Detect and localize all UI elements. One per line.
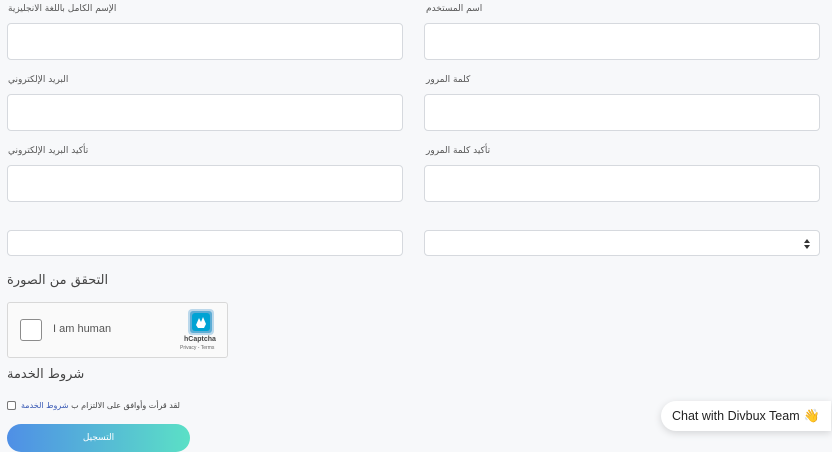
terms-checkbox[interactable] [7, 400, 16, 410]
extra-input[interactable] [8, 231, 402, 255]
terms-text: لقد قرأت وأوافق على الالتزام ب شروط الخد… [21, 401, 180, 410]
captcha-heading: التحقق من الصورة [7, 273, 109, 288]
password-input[interactable] [425, 95, 819, 130]
register-button[interactable]: التسجيل [7, 424, 190, 452]
username-field[interactable] [424, 23, 820, 60]
captcha-links[interactable]: Privacy - Terms [180, 345, 214, 351]
username-input[interactable] [425, 24, 819, 59]
confirm-email-input[interactable] [8, 166, 402, 201]
terms-row: لقد قرأت وأوافق على الالتزام ب شروط الخد… [7, 399, 180, 411]
register-button-label: التسجيل [82, 433, 115, 443]
confirm-password-input[interactable] [425, 166, 819, 201]
chat-widget[interactable]: Chat with Divbux Team 👋 [661, 401, 831, 431]
fullname-en-input[interactable] [8, 24, 402, 59]
email-label: البريد الإلكتروني [8, 75, 69, 85]
captcha-checkbox-label: I am human [53, 323, 112, 335]
select-arrows-icon [804, 239, 810, 249]
chat-label: Chat with Divbux Team [672, 409, 800, 423]
confirm-password-label: تأكيد كلمة المرور [426, 146, 491, 156]
captcha-checkbox[interactable] [20, 319, 42, 341]
hcaptcha-widget: I am human hCaptcha Privacy - Terms [7, 302, 228, 358]
confirm-password-field[interactable] [424, 165, 820, 202]
hcaptcha-logo-icon [188, 309, 214, 335]
confirm-email-label: تأكيد البريد الإلكتروني [8, 146, 89, 156]
email-field[interactable] [7, 94, 403, 131]
email-input[interactable] [8, 95, 402, 130]
fullname-en-field[interactable] [7, 23, 403, 60]
password-label: كلمة المرور [426, 75, 471, 85]
password-field[interactable] [424, 94, 820, 131]
waving-hand-icon: 👋 [803, 408, 820, 423]
country-select[interactable] [424, 230, 820, 256]
captcha-brand: hCaptcha [184, 336, 216, 343]
confirm-email-field[interactable] [7, 165, 403, 202]
username-label: اسم المستخدم [426, 4, 483, 14]
extra-field[interactable] [7, 230, 403, 256]
terms-link[interactable]: شروط الخدمة [21, 401, 69, 410]
fullname-en-label: الإسم الكامل باللغة الانجليزية [8, 4, 117, 14]
terms-heading: شروط الخدمة [7, 367, 85, 382]
terms-agree-text: لقد قرأت وأوافق على الالتزام ب [71, 400, 180, 410]
